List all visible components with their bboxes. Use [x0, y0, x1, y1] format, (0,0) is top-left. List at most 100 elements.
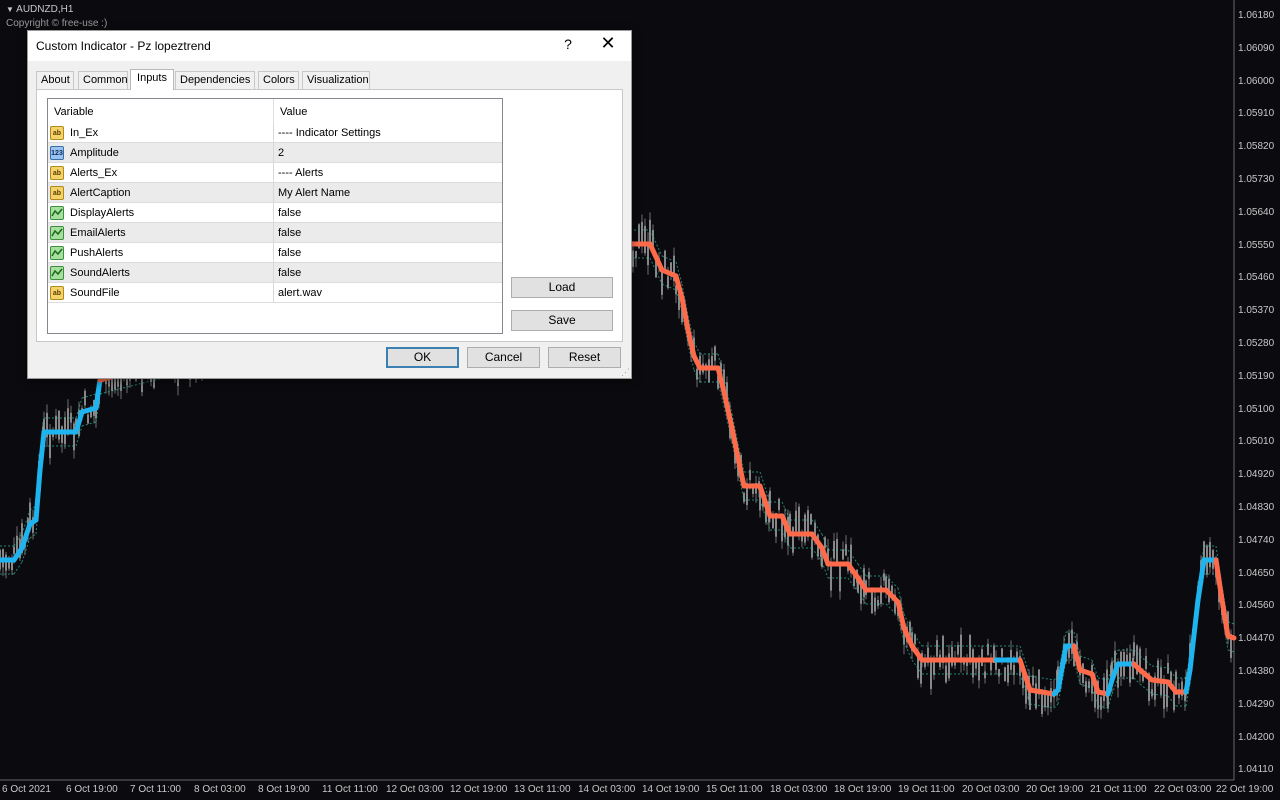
candle-body	[951, 646, 953, 666]
variable-value[interactable]: false	[278, 247, 301, 259]
save-button[interactable]: Save	[511, 310, 613, 331]
candle-body	[792, 527, 794, 553]
band-lower	[1133, 677, 1141, 685]
time-tick-label: 19 Oct 11:00	[898, 784, 955, 795]
grid-row[interactable]: ab In_Ex ---- Indicator Settings	[48, 123, 502, 143]
time-tick-label: 14 Oct 19:00	[642, 784, 700, 795]
variable-name: PushAlerts	[70, 247, 124, 259]
column-divider	[273, 283, 274, 303]
candle-body	[795, 510, 797, 532]
candle-body	[1166, 684, 1168, 708]
tab-dependencies[interactable]: Dependencies	[175, 71, 255, 89]
load-button[interactable]: Load	[511, 277, 613, 298]
help-icon[interactable]: ?	[559, 36, 577, 52]
trend-down-segment	[1225, 633, 1237, 641]
time-tick-label: 20 Oct 19:00	[1026, 784, 1084, 795]
variable-name: SoundFile	[70, 287, 120, 299]
trend-down-segment	[685, 327, 697, 359]
candle-body	[842, 549, 844, 560]
candle-body	[1145, 655, 1147, 670]
candle-body	[749, 469, 751, 481]
chart-menu-icon[interactable]: ▼	[6, 5, 14, 14]
candle-body	[936, 640, 938, 657]
candle-body	[778, 498, 780, 511]
band-lower	[1053, 703, 1059, 709]
candle-body	[1001, 648, 1003, 657]
grid-row[interactable]: ab Alerts_Ex ---- Alerts	[48, 163, 502, 183]
grid-row[interactable]: ab SoundFile alert.wav	[48, 283, 502, 303]
trend-down-segment	[895, 599, 907, 631]
variable-value[interactable]: ---- Alerts	[278, 167, 323, 179]
candle-body	[877, 599, 879, 607]
band-upper	[847, 549, 859, 565]
price-tick-label: 1.04920	[1238, 469, 1275, 481]
candle-body	[885, 576, 887, 590]
tab-common[interactable]: Common	[78, 71, 128, 89]
price-tick-label: 1.05730	[1238, 174, 1275, 185]
price-tick-label: 1.05010	[1238, 436, 1275, 448]
cancel-button[interactable]: Cancel	[467, 347, 540, 368]
price-tick-label: 1.04740	[1238, 534, 1275, 546]
candle-body	[1133, 642, 1135, 656]
custom-indicator-dialog: Custom Indicator - Pz lopeztrend ? ✕ Abo…	[27, 30, 632, 379]
grid-row[interactable]: DisplayAlerts false	[48, 203, 502, 223]
variable-value[interactable]: false	[278, 207, 301, 219]
variable-value[interactable]: ---- Indicator Settings	[278, 127, 381, 139]
time-tick-label: 8 Oct 03:00	[194, 784, 246, 795]
candle-body	[635, 251, 637, 258]
resize-grip-icon[interactable]: ⋰	[621, 367, 630, 378]
candle-body	[1151, 689, 1153, 697]
candle-body	[772, 518, 774, 529]
variable-name: Amplitude	[70, 147, 119, 159]
tab-visualization[interactable]: Visualization	[302, 71, 370, 89]
candle-body	[836, 538, 838, 564]
variable-value[interactable]: My Alert Name	[278, 187, 350, 199]
price-tick-label: 1.05190	[1238, 370, 1275, 382]
variable-value[interactable]: 2	[278, 147, 284, 159]
price-tick-label: 1.04830	[1238, 502, 1275, 513]
candle-body	[664, 250, 666, 272]
price-tick-label: 1.05820	[1238, 141, 1275, 153]
price-tick-label: 1.06180	[1238, 10, 1275, 21]
tab-about[interactable]: About	[36, 71, 74, 89]
time-tick-label: 13 Oct 11:00	[514, 784, 571, 795]
trend-down-segment	[1071, 643, 1083, 673]
boolean-type-icon	[50, 246, 64, 260]
grid-row[interactable]: PushAlerts false	[48, 243, 502, 263]
variable-value[interactable]: false	[278, 267, 301, 279]
price-tick-label: 1.05460	[1238, 272, 1275, 284]
variable-value[interactable]: false	[278, 227, 301, 239]
column-value[interactable]: Value	[280, 106, 307, 118]
grid-row[interactable]: EmailAlerts false	[48, 223, 502, 243]
candle-body	[868, 572, 870, 579]
candle-body	[644, 225, 646, 254]
candle-body	[1103, 677, 1105, 702]
inputs-grid[interactable]: Variable Value ab In_Ex ---- Indicator Set…	[47, 98, 503, 334]
column-variable[interactable]: Variable	[54, 106, 94, 118]
column-divider	[273, 223, 274, 243]
string-type-icon: ab	[50, 166, 64, 180]
candle-body	[1044, 693, 1046, 708]
tab-colors[interactable]: Colors	[258, 71, 299, 89]
tab-inputs[interactable]: Inputs	[130, 69, 174, 90]
column-divider	[273, 163, 274, 183]
band-lower	[885, 603, 899, 617]
price-tick-label: 1.06000	[1238, 75, 1275, 87]
dialog-titlebar[interactable]: Custom Indicator - Pz lopeztrend ? ✕	[28, 31, 631, 61]
candle-body	[933, 661, 935, 675]
price-tick-label: 1.05100	[1238, 403, 1275, 415]
price-tick-label: 1.04650	[1238, 567, 1275, 579]
ok-button[interactable]: OK	[386, 347, 459, 368]
time-tick-label: 12 Oct 03:00	[386, 784, 444, 795]
candle-body	[58, 410, 60, 440]
reset-button[interactable]: Reset	[548, 347, 621, 368]
grid-row[interactable]: SoundAlerts false	[48, 263, 502, 283]
grid-row[interactable]: 123 Amplitude 2	[48, 143, 502, 163]
close-icon[interactable]: ✕	[596, 33, 620, 54]
candle-body	[1085, 681, 1087, 693]
trend-down-segment	[679, 295, 691, 333]
trend-up-segment	[37, 429, 47, 473]
candle-body	[984, 671, 986, 679]
variable-value[interactable]: alert.wav	[278, 287, 322, 299]
grid-row[interactable]: ab AlertCaption My Alert Name	[48, 183, 502, 203]
